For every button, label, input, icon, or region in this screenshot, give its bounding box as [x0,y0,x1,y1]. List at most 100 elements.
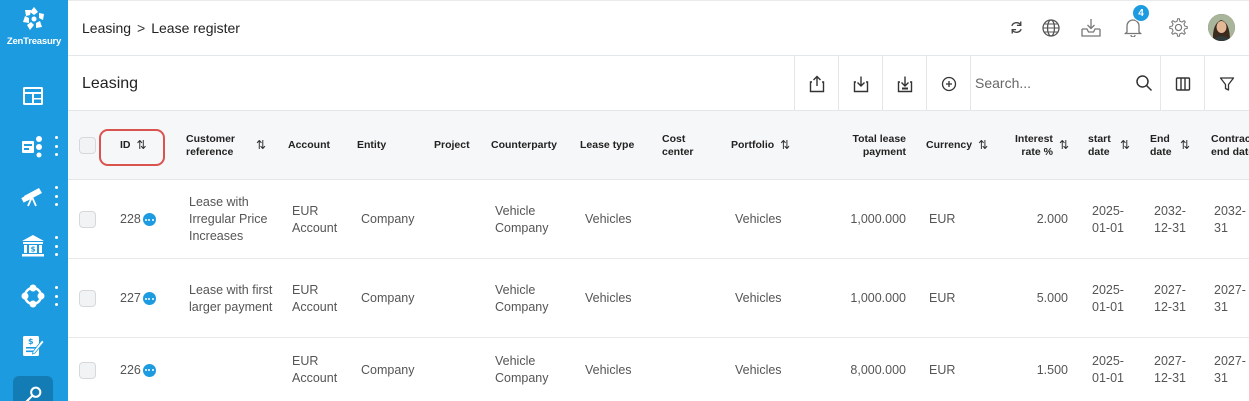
sidebar-more-icon[interactable] [53,186,59,206]
cell-portfolio: Vehicles [735,291,782,305]
columns-button[interactable] [1160,56,1204,111]
column-header-total-lease-payment[interactable]: Total lease payment [838,111,907,180]
download-template-icon [897,76,912,92]
column-header-counterparty[interactable]: Counterparty [491,111,571,180]
gear-icon[interactable] [1168,17,1189,38]
user-avatar-icon [1208,14,1235,41]
search-icon[interactable] [1135,74,1153,92]
cell-start-date: 2025-01-01 [1092,354,1124,385]
sidebar-item-cash-flow[interactable] [0,126,68,166]
sort-icon[interactable]: ⇅ [256,139,266,152]
sidebar-item-bank[interactable]: $ [0,226,68,266]
table-row[interactable]: 226 EUR Account Company Vehicle Company … [68,338,1249,401]
sidebar-more-icon[interactable] [53,236,59,256]
cell-contract-end-date: 2027-31 [1214,354,1246,385]
sidebar-item-network[interactable] [0,276,68,316]
row-id[interactable]: 228 [120,211,141,228]
column-header-account[interactable]: Account [288,111,348,180]
sidebar-item-reports[interactable]: $ [0,326,68,366]
cell-id: 227 [120,259,170,338]
column-header-entity[interactable]: Entity [357,111,417,180]
notification-badge: 4 [1132,4,1150,22]
cell-project [434,338,484,401]
column-label: Lease type [580,139,635,151]
column-header-customer-reference[interactable]: Customer reference ⇅ [186,111,274,180]
template-download-button[interactable] [882,56,926,111]
document-dollar-icon: $ [23,336,45,356]
inbox-download-icon[interactable] [1080,18,1102,38]
page-title: Leasing [82,75,139,92]
column-header-contract-end-date[interactable]: Contract end date [1211,111,1249,180]
cell-currency: EUR [929,362,956,377]
sort-icon[interactable]: ⇅ [1180,139,1190,152]
table-header: ID ⇅ Customer reference ⇅ Account Entity P… [68,111,1249,180]
row-checkbox[interactable] [79,211,96,228]
column-label: Cost center [662,132,694,158]
column-label: Account [288,139,330,151]
row-checkbox[interactable] [79,362,96,379]
globe-icon[interactable] [1041,18,1061,38]
cell-end-date: 2027-12-31 [1154,282,1186,314]
sidebar-more-icon[interactable] [53,286,59,306]
sort-icon[interactable]: ⇅ [780,139,790,152]
cell-customer-reference [189,338,279,401]
cell-cost-center [662,259,712,338]
cell-contract-end-date: 2032-31 [1214,203,1246,235]
column-header-portfolio[interactable]: Portfolio ⇅ [731,111,811,180]
more-options-icon[interactable] [142,363,156,377]
cell-start-date: 2025-01-01 [1092,282,1124,314]
refresh-icon[interactable] [1008,19,1025,36]
import-button[interactable] [838,56,882,111]
row-id[interactable]: 226 [120,362,141,379]
cell-entity: Company [361,291,415,305]
column-header-start-date[interactable]: start date ⇅ [1088,111,1138,180]
row-checkbox[interactable] [79,290,96,307]
sort-icon[interactable]: ⇅ [1120,139,1130,152]
sidebar-more-icon[interactable] [53,136,59,156]
column-header-interest-rate[interactable]: Interest rate % ⇅ [1003,111,1069,180]
column-header-lease-type[interactable]: Lease type [580,111,650,180]
column-header-project[interactable]: Project [434,111,484,180]
cell-customer-reference: Lease with first larger payment [189,282,273,314]
column-header-end-date[interactable]: End date ⇅ [1150,111,1202,180]
column-header-currency[interactable]: Currency ⇅ [926,111,994,180]
sidebar-item-forecast[interactable] [0,176,68,216]
breadcrumb: Leasing > Lease register [82,20,240,36]
cell-total-lease-payment: 1,000.000 [850,291,906,305]
telescope-icon [21,188,42,207]
logo-icon [23,7,44,30]
search-input[interactable] [975,73,1125,93]
select-all-checkbox[interactable] [79,137,96,154]
bank-icon: $ [22,235,44,257]
cell-lease-type: Vehicles [585,362,632,377]
logo[interactable]: ZenTreasury [0,4,68,56]
add-circle-icon [941,76,956,91]
row-id[interactable]: 227 [120,290,141,307]
breadcrumb-parent[interactable]: Leasing [82,20,131,36]
sort-icon[interactable]: ⇅ [1059,139,1069,152]
sidebar-item-dashboard[interactable] [0,76,68,116]
svg-text:$: $ [28,337,34,346]
add-button[interactable] [926,56,970,111]
cell-end-date: 2027-12-31 [1154,354,1186,385]
column-label: Project [434,139,470,151]
cell-cost-center [662,338,712,401]
cell-account: EUR Account [292,203,338,235]
cell-counterparty: Vehicle Company [495,282,549,314]
cell-lease-type: Vehicles [585,291,632,305]
column-header-cost-center[interactable]: Cost center [662,111,706,180]
more-options-icon[interactable] [142,292,156,305]
filter-button[interactable] [1204,56,1248,111]
avatar[interactable] [1208,14,1235,41]
table-row[interactable]: 227 Lease with first larger payment EUR … [68,259,1249,338]
cell-account: EUR Account [292,282,338,314]
sort-icon[interactable]: ⇅ [978,139,988,152]
cell-customer-reference: Lease with Irregular Price Increases [189,195,268,243]
table-row[interactable]: 228 Lease with Irregular Price Increases… [68,180,1249,259]
cell-interest-rate: 2.000 [1036,212,1068,226]
cell-project [434,180,484,259]
sidebar-item-leasing[interactable] [13,376,53,401]
export-button[interactable] [794,56,838,111]
column-label: Entity [357,139,387,151]
more-options-icon[interactable] [142,213,156,226]
